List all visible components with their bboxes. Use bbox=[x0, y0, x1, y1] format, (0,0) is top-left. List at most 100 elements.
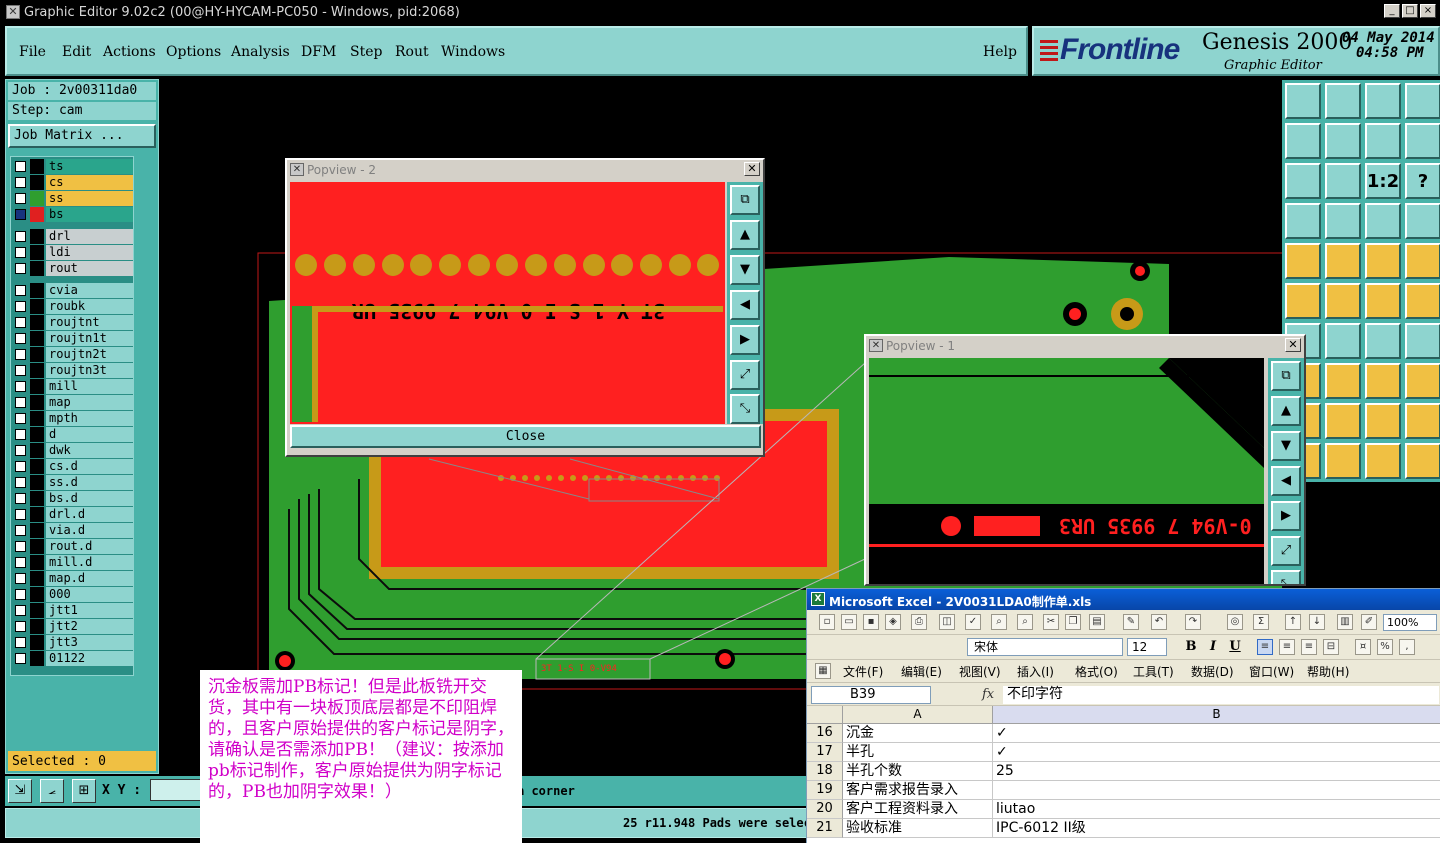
open-icon[interactable]: ▭ bbox=[841, 614, 857, 630]
popview-1-pan-right-icon[interactable]: ▶ bbox=[1271, 501, 1301, 531]
copy-icon[interactable]: ❐ bbox=[1065, 614, 1081, 630]
cell-a[interactable]: 验收标准 bbox=[843, 819, 993, 838]
align-center-icon[interactable]: ≡ bbox=[1279, 639, 1295, 655]
popview-2-zoom-in-icon[interactable]: ⤢ bbox=[730, 360, 760, 390]
layer-row[interactable]: ts bbox=[13, 159, 133, 174]
layer-checkbox[interactable] bbox=[15, 637, 26, 648]
layer-row[interactable]: ss bbox=[13, 191, 133, 206]
cell-b[interactable]: ✓ bbox=[993, 724, 1440, 743]
layer-checkbox[interactable] bbox=[15, 231, 26, 242]
menu-actions[interactable]: Actions bbox=[103, 44, 156, 60]
layer-row[interactable]: roujtnt bbox=[13, 315, 133, 330]
popview-1-zoom-in-icon[interactable]: ⤢ bbox=[1271, 536, 1301, 566]
layer-row[interactable]: ldi bbox=[13, 245, 133, 260]
italic-button[interactable]: I bbox=[1203, 638, 1223, 656]
sort-asc-icon[interactable]: ↑ bbox=[1285, 614, 1301, 630]
layer-row[interactable]: bs bbox=[13, 207, 133, 222]
new-icon[interactable]: ▫ bbox=[819, 614, 835, 630]
row-header[interactable]: 17 bbox=[807, 743, 843, 762]
group-icon[interactable] bbox=[1405, 363, 1440, 399]
paste-icon[interactable]: ▤ bbox=[1089, 614, 1105, 630]
layer-checkbox[interactable] bbox=[15, 493, 26, 504]
row-header[interactable]: 21 bbox=[807, 819, 843, 838]
popview-1-zoom-out-icon[interactable]: ⤡ bbox=[1271, 570, 1301, 584]
popview-2-close-button[interactable]: Close bbox=[290, 425, 761, 448]
permission-icon[interactable]: ◈ bbox=[885, 614, 901, 630]
layer-row[interactable]: ss.d bbox=[13, 475, 133, 490]
layer-row[interactable]: mill bbox=[13, 379, 133, 394]
research-icon[interactable]: ⌕ bbox=[991, 614, 1007, 630]
excel-menu-window[interactable]: 窗口(W) bbox=[1249, 663, 1294, 680]
drawing-icon[interactable]: ✐ bbox=[1361, 614, 1377, 630]
snap-icon[interactable] bbox=[1325, 203, 1361, 239]
layer-row[interactable]: dwk bbox=[13, 443, 133, 458]
layer-row[interactable]: cs bbox=[13, 175, 133, 190]
menu-dfm[interactable]: DFM bbox=[301, 44, 336, 60]
cell-a[interactable]: 半孔个数 bbox=[843, 762, 993, 781]
column-header-a[interactable]: A bbox=[843, 706, 993, 724]
triangle-4-icon[interactable] bbox=[1405, 403, 1440, 439]
layer-checkbox[interactable] bbox=[15, 541, 26, 552]
layer-checkbox[interactable] bbox=[15, 653, 26, 664]
layer-checkbox[interactable] bbox=[15, 209, 26, 220]
layer-checkbox[interactable] bbox=[15, 247, 26, 258]
cell-b[interactable]: ✓ bbox=[993, 743, 1440, 762]
excel-menu-tools[interactable]: 工具(T) bbox=[1133, 663, 1174, 680]
minimize-button[interactable]: _ bbox=[1384, 4, 1400, 18]
row-header[interactable]: 16 bbox=[807, 724, 843, 743]
save-icon[interactable]: ▪ bbox=[863, 614, 879, 630]
excel-menu-help[interactable]: 帮助(H) bbox=[1307, 663, 1349, 680]
triangle-3-icon[interactable] bbox=[1365, 403, 1401, 439]
redo-icon[interactable]: ↷ bbox=[1185, 614, 1201, 630]
circle-icon[interactable] bbox=[1405, 243, 1440, 279]
net-red-icon[interactable] bbox=[1365, 203, 1401, 239]
excel-menu-format[interactable]: 格式(O) bbox=[1075, 663, 1118, 680]
layer-row[interactable]: rout.d bbox=[13, 539, 133, 554]
print-icon[interactable]: ⎙ bbox=[911, 614, 927, 630]
cell-a[interactable]: 半孔 bbox=[843, 743, 993, 762]
layer-row[interactable]: mpth bbox=[13, 411, 133, 426]
layer-checkbox[interactable] bbox=[15, 509, 26, 520]
layer-checkbox[interactable] bbox=[15, 557, 26, 568]
menu-step[interactable]: Step bbox=[350, 44, 382, 60]
layer-up-icon[interactable] bbox=[1285, 83, 1321, 119]
zoom-center-icon[interactable] bbox=[1325, 163, 1361, 199]
column-header-b[interactable]: B bbox=[993, 706, 1440, 724]
zoom-1to1-icon[interactable]: 1:2 bbox=[1365, 163, 1401, 199]
align-left-icon[interactable]: ≡ bbox=[1257, 639, 1273, 655]
bold-button[interactable]: B bbox=[1181, 638, 1201, 656]
layer-row[interactable]: jtt3 bbox=[13, 635, 133, 650]
layer-row[interactable]: 000 bbox=[13, 587, 133, 602]
name-box[interactable]: B39 bbox=[811, 686, 931, 704]
format-painter-icon[interactable]: ✎ bbox=[1123, 614, 1139, 630]
layer-row[interactable]: cs.d bbox=[13, 459, 133, 474]
layer-checkbox[interactable] bbox=[15, 445, 26, 456]
layer-row[interactable]: drl bbox=[13, 229, 133, 244]
pointer-3-icon[interactable] bbox=[1365, 443, 1401, 479]
popview-2-zoom-out-icon[interactable]: ⤡ bbox=[730, 394, 760, 424]
layer-down-icon[interactable] bbox=[1325, 83, 1361, 119]
pan-left-icon[interactable] bbox=[1285, 123, 1321, 159]
popview-2-pan-down-icon[interactable]: ▼ bbox=[730, 255, 760, 285]
window-icon[interactable] bbox=[1405, 83, 1440, 119]
layer-row[interactable]: map bbox=[13, 395, 133, 410]
snap-mode-icon[interactable]: ⇲ bbox=[8, 779, 32, 803]
cell-a[interactable]: 客户需求报告录入 bbox=[843, 781, 993, 800]
maximize-button[interactable]: □ bbox=[1402, 4, 1418, 18]
layer-row[interactable]: mill.d bbox=[13, 555, 133, 570]
select-icon[interactable] bbox=[1285, 243, 1321, 279]
popview-2-view[interactable]: 3T Y 1-S I 0-V94 7 9935 UR bbox=[290, 182, 725, 424]
cut-icon[interactable]: ✂ bbox=[1043, 614, 1059, 630]
layer-checkbox[interactable] bbox=[15, 381, 26, 392]
contour-icon[interactable] bbox=[1365, 363, 1401, 399]
layer-row[interactable]: roujtn3t bbox=[13, 363, 133, 378]
layer-checkbox[interactable] bbox=[15, 525, 26, 536]
layer-checkbox[interactable] bbox=[15, 589, 26, 600]
print-preview-icon[interactable]: ◫ bbox=[939, 614, 955, 630]
layer-checkbox[interactable] bbox=[15, 605, 26, 616]
step-icon[interactable] bbox=[1405, 443, 1440, 479]
layer-row[interactable]: 01122 bbox=[13, 651, 133, 666]
font-size-select[interactable]: 12 bbox=[1127, 638, 1167, 656]
menu-options[interactable]: Options bbox=[166, 44, 221, 60]
percent-icon[interactable]: % bbox=[1377, 639, 1393, 655]
